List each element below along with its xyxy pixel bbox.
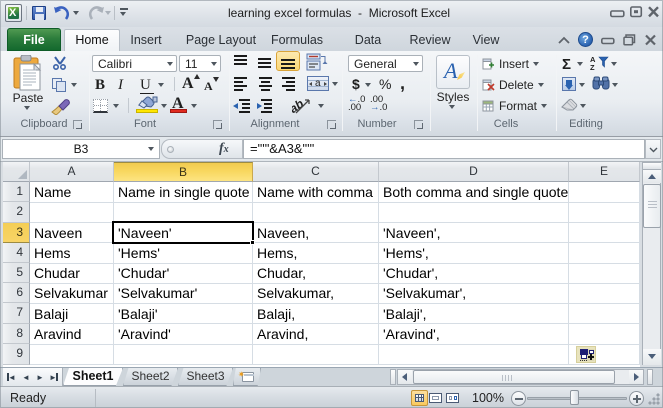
svg-text:ab: ab	[292, 97, 306, 115]
svg-text:Z: Z	[590, 63, 595, 70]
